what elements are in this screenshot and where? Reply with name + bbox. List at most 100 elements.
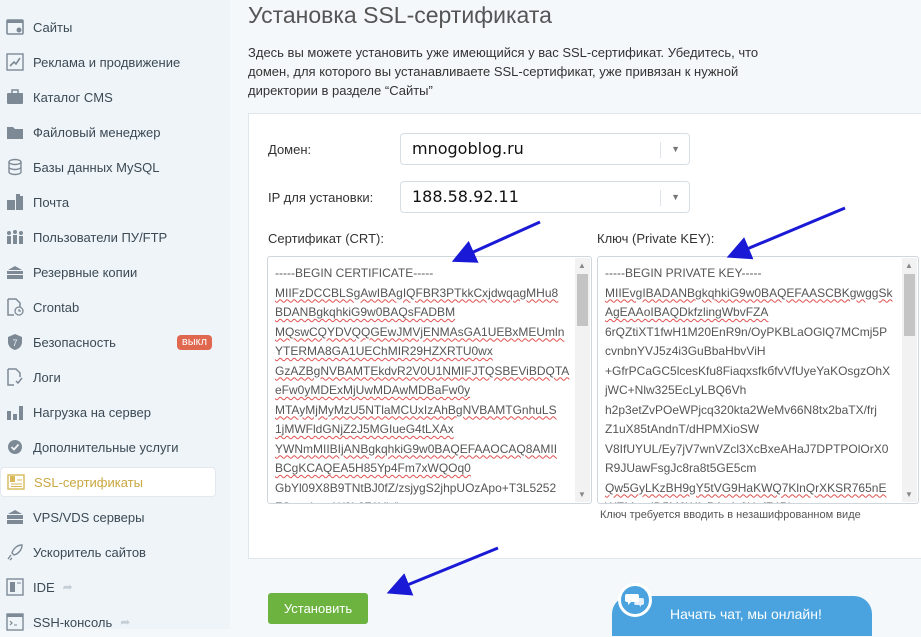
sidebar-item-16[interactable]: Ускоритель сайтов	[0, 537, 216, 567]
sidebar-item-6[interactable]: Почта	[0, 187, 216, 217]
text-line: h2p3etZvPOeWPjcq320kta2WeMv66N8tx2baTX/f…	[605, 402, 877, 417]
text-line: 1jMWFldGNjZ2J5MGIueG4tLXAx	[275, 422, 454, 436]
scroll-thumb[interactable]	[577, 274, 588, 326]
sidebar-item-label: Логи	[33, 369, 61, 385]
text-line: jWC+Nlw325EcLyLBQ6Vh	[605, 383, 747, 397]
sidebar-item-1[interactable]: Сайты	[0, 12, 216, 42]
install-button[interactable]: Установить	[268, 593, 368, 624]
sidebar-item-label: IDE	[33, 579, 55, 595]
domain-value: mnogoblog.ru	[412, 139, 524, 158]
crt-label: Сертификат (CRT):	[268, 231, 384, 246]
sidebar-item-3[interactable]: Каталог CMS	[0, 82, 216, 112]
sidebar-item-label: SSH-консоль	[33, 614, 113, 630]
sidebar-item-label: Crontab	[33, 299, 80, 315]
sidebar-item-label: Пользователи ПУ/FTP	[33, 229, 168, 245]
certificate-scrollbar[interactable]: ▲ ▼	[575, 258, 590, 502]
certificate-icon	[7, 473, 25, 491]
scroll-thumb[interactable]	[904, 274, 915, 336]
private-key-scrollbar[interactable]: ▲ ▼	[902, 258, 917, 502]
sidebar-item-label: Резервные копии	[33, 264, 138, 280]
sidebar-item-12[interactable]: Нагрузка на сервер	[0, 397, 216, 427]
external-link-icon: ➦	[62, 580, 73, 594]
server-icon	[6, 508, 24, 526]
sidebar-item-8[interactable]: Резервные копии	[0, 257, 216, 287]
sidebar-item-label: Каталог CMS	[33, 89, 113, 105]
clock-file-icon	[6, 298, 24, 316]
sidebar-item-17[interactable]: IDE ➦	[0, 572, 216, 602]
domain-select[interactable]: mnogoblog.ru ▼	[400, 133, 690, 165]
text-line: Z1uX85tAndnT/dHPMXioSW	[605, 422, 760, 436]
text-line: AgEAAoIBAQDkfzlingWbvFZA	[605, 305, 769, 319]
certificate-text: -----BEGIN CERTIFICATE----- MIIFzDCCBLSgA…	[275, 264, 571, 503]
text-line: GbYl09X8B9TNtBJ0fZ/zsjygS2jhpUOzApo+T3L5…	[275, 480, 557, 495]
sidebar-item-4[interactable]: Файловый менеджер	[0, 117, 216, 147]
text-line: GzAZBgNVBAMTEkdvR2V0U1NMIFJTQSBEViBDQTA	[275, 363, 570, 378]
log-file-icon	[6, 368, 24, 386]
bar-chart-icon	[6, 403, 24, 421]
text-line: eFw0yMDExMjUwMDAwMDBaFw0y	[275, 383, 471, 397]
sidebar-item-2[interactable]: Реклама и продвижение	[0, 47, 216, 77]
chat-label: Начать чат, мы онлайн!	[670, 606, 822, 622]
gear-badge-icon	[6, 438, 24, 456]
chat-bubble-icon[interactable]	[618, 583, 652, 617]
sidebar-item-label: Безопасность	[33, 334, 116, 350]
sidebar-item-18[interactable]: SSH-консоль ➦	[0, 607, 216, 637]
sidebar-item-label: Реклама и продвижение	[33, 54, 181, 70]
briefcase-icon	[6, 88, 24, 106]
scroll-up-arrow-icon[interactable]: ▲	[905, 261, 913, 270]
database-icon	[6, 158, 24, 176]
select-separator	[660, 190, 661, 206]
text-line: MQswCQYDVQQGEwJMVjENMAsGA1UEBxMEUmln	[275, 324, 565, 339]
text-line: Qw5GyLKzBH9gY5tVG9HaKWQ7KlnQrXKSR765nE	[605, 480, 887, 495]
sidebar: Сайты Реклама и продвижение Каталог CMS Фай…	[0, 0, 230, 631]
sidebar-item-label: VPS/VDS серверы	[33, 509, 145, 525]
chevron-down-icon: ▼	[671, 192, 680, 202]
sidebar-item-10[interactable]: 7 Безопасность выкл	[0, 327, 216, 357]
key-label: Ключ (Private KEY):	[597, 231, 715, 246]
sidebar-item-5[interactable]: Базы данных MySQL	[0, 152, 216, 182]
sidebar-item-label: Дополнительные услуги	[33, 439, 179, 455]
certificate-textarea[interactable]: -----BEGIN CERTIFICATE----- MIIFzDCCBLSgA…	[267, 256, 592, 504]
sidebar-item-13[interactable]: Дополнительные услуги	[0, 432, 216, 462]
sidebar-item-15[interactable]: VPS/VDS серверы	[0, 502, 216, 532]
text-line: -----BEGIN CERTIFICATE-----	[275, 266, 434, 280]
backup-icon	[6, 263, 24, 281]
sidebar-item-label: Ускоритель сайтов	[33, 544, 146, 560]
chart-trend-icon	[6, 53, 24, 71]
sidebar-item-label: Почта	[33, 194, 70, 210]
text-line: BDANBgkqhkiG9w0BAQsFADBM	[275, 305, 456, 319]
rocket-icon	[6, 543, 24, 561]
text-line: FSec+ItxrgW2h271Yh/hn	[275, 498, 571, 503]
page-description: Здесь вы можете установить уже имеющийся…	[248, 45, 759, 98]
ip-select[interactable]: 188.58.92.11 ▼	[400, 181, 690, 213]
sidebar-item-11[interactable]: Логи	[0, 362, 216, 392]
ip-value: 188.58.92.11	[412, 187, 519, 206]
domain-label: Домен:	[268, 142, 312, 157]
ip-label: IP для установки:	[268, 190, 374, 205]
text-line: R9JUawFsgJc8ra8t5GE5cm	[605, 461, 757, 475]
ide-icon	[6, 578, 24, 596]
key-hint: Ключ требуется вводить в незашифрованном…	[600, 509, 861, 521]
sidebar-item-14[interactable]: SSL-сертификаты	[0, 467, 216, 497]
text-line: MIIEvgIBADANBgkqhkiG9w0BAQEFAASCBKgwggSk	[605, 285, 893, 300]
text-line: BCgKCAQEA5H85Yp4Fm7xWQOq0	[275, 461, 471, 475]
sidebar-item-label: Базы данных MySQL	[33, 159, 160, 175]
text-line: -----BEGIN PRIVATE KEY-----	[605, 266, 762, 280]
text-line: MTAyMjMyMzU5NTlaMCUxIzAhBgNVBAMTGnhuLS	[275, 402, 557, 417]
text-line: cvnbnYVJ5z4i3GuBbaHbvViH	[605, 344, 766, 358]
sidebar-item-label: SSL-сертификаты	[34, 474, 143, 490]
sidebar-item-9[interactable]: Crontab	[0, 292, 216, 322]
text-line: YTERMA8GA1UEChMIR29HZXRTU0wx	[275, 344, 493, 358]
scroll-down-arrow-icon[interactable]: ▼	[905, 490, 913, 499]
private-key-textarea[interactable]: -----BEGIN PRIVATE KEY----- MIIEvgIBADANB…	[597, 256, 919, 504]
chevron-down-icon: ▼	[671, 144, 680, 154]
text-line: +GfrPCaGC5lcesKfu8FiaqxsfkбfvVfUyeYaKOsg…	[605, 363, 891, 378]
mailbox-icon	[6, 193, 24, 211]
sidebar-item-7[interactable]: Пользователи ПУ/FTP	[0, 222, 216, 252]
scroll-down-arrow-icon[interactable]: ▼	[578, 490, 586, 499]
sidebar-item-label: Нагрузка на сервер	[33, 404, 151, 420]
scroll-up-arrow-icon[interactable]: ▲	[578, 261, 586, 270]
page-title: Установка SSL-сертификата	[248, 2, 552, 28]
sidebar-item-label: Сайты	[33, 19, 73, 35]
sites-icon	[6, 18, 24, 36]
